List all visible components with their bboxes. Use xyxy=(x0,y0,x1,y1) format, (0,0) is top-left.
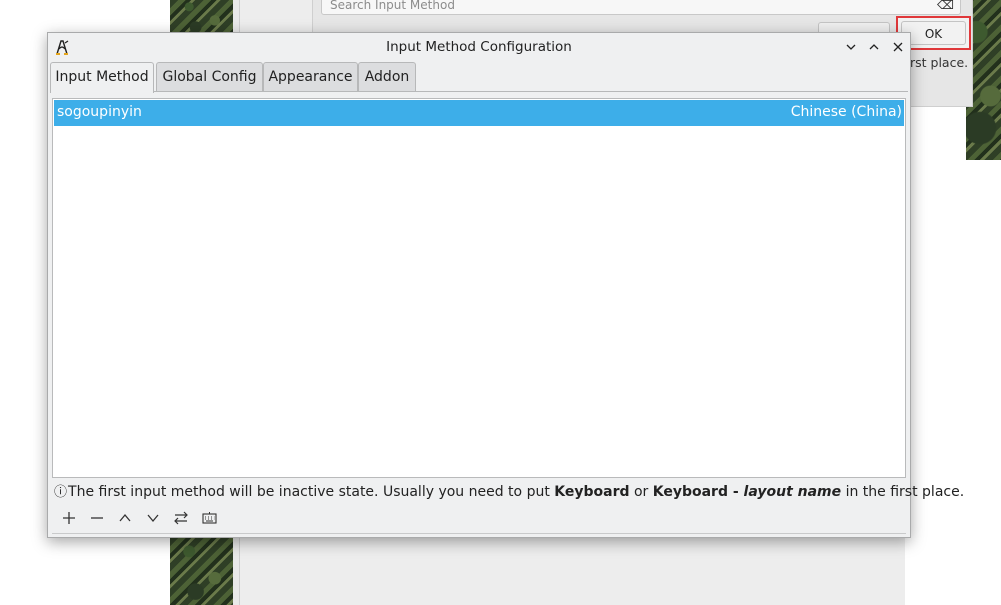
keyboard-icon[interactable] xyxy=(198,507,220,529)
info-keyword-keyboard-layout: Keyboard - xyxy=(652,484,744,500)
minimize-icon[interactable] xyxy=(842,38,860,56)
desktop-wallpaper-left xyxy=(170,0,234,34)
move-down-icon[interactable] xyxy=(142,507,164,529)
input-method-list[interactable]: sogoupinyin Chinese (China) xyxy=(52,98,906,478)
info-text-suffix: in the first place. xyxy=(841,484,965,500)
search-placeholder: Search Input Method xyxy=(330,0,455,12)
info-message: ⓘThe first input method will be inactive… xyxy=(54,481,964,500)
remove-icon[interactable] xyxy=(86,507,108,529)
tab-input-method[interactable]: Input Method xyxy=(50,62,154,93)
input-method-configuration-window: Input Method Configuration Input Method … xyxy=(47,32,964,538)
info-text-prefix: The first input method will be inactive … xyxy=(68,484,555,500)
tab-global-config[interactable]: Global Config xyxy=(156,62,263,92)
tab-addon[interactable]: Addon xyxy=(358,62,416,92)
info-keyword-keyboard: Keyboard xyxy=(554,484,630,500)
move-up-icon[interactable] xyxy=(114,507,136,529)
info-keyword-layout-name: layout name xyxy=(743,484,842,500)
clear-icon[interactable]: ⌫ xyxy=(937,0,954,14)
list-item[interactable]: sogoupinyin Chinese (China) xyxy=(54,100,904,126)
tab-divider xyxy=(50,91,908,92)
tab-appearance[interactable]: Appearance xyxy=(263,62,358,92)
bottom-divider xyxy=(52,533,906,534)
close-icon[interactable] xyxy=(889,38,907,56)
add-icon[interactable] xyxy=(58,507,80,529)
search-input-method-field[interactable]: Search Input Method ⌫ xyxy=(321,0,961,15)
desktop-wallpaper-lower-left xyxy=(170,538,234,605)
info-text-or: or xyxy=(629,484,653,500)
window-title: Input Method Configuration xyxy=(386,39,572,55)
input-method-name: sogoupinyin xyxy=(57,104,142,120)
background-hint-text: rst place. xyxy=(910,55,969,70)
title-bar[interactable]: Input Method Configuration xyxy=(48,33,910,61)
configure-icon[interactable] xyxy=(170,507,192,529)
maximize-icon[interactable] xyxy=(865,38,883,56)
info-icon: ⓘ xyxy=(54,485,68,500)
input-method-language: Chinese (China) xyxy=(790,104,902,120)
screen: Search Input Method ⌫ OK rst place. Inpu… xyxy=(0,0,1001,605)
